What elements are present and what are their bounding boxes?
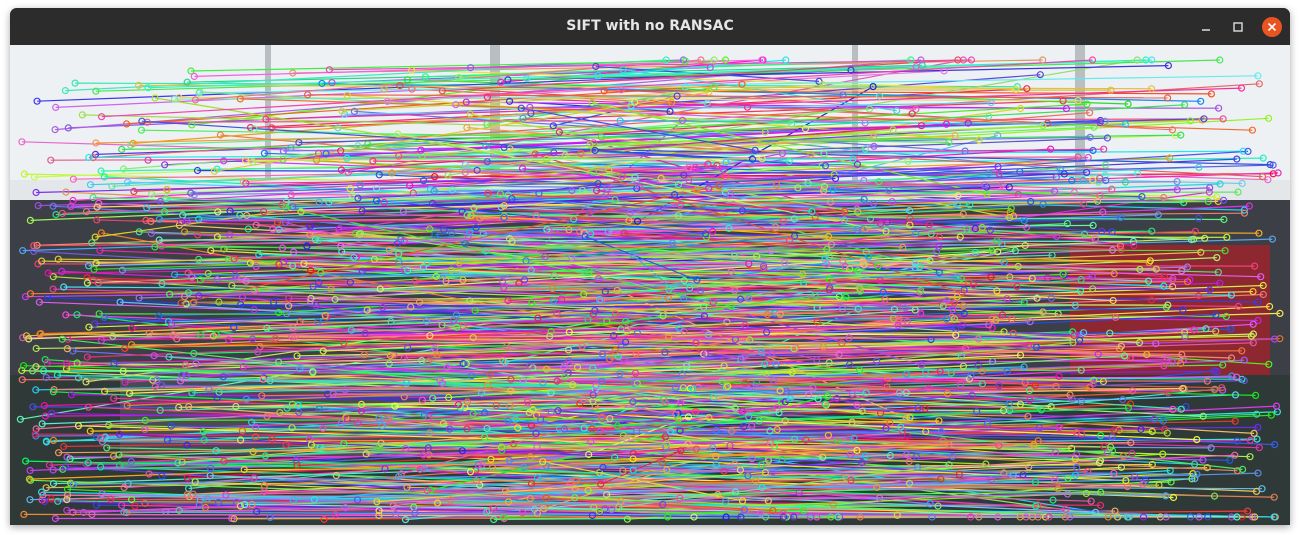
minimize-icon <box>1202 29 1210 31</box>
close-button[interactable] <box>1262 17 1282 37</box>
feature-match-image <box>10 45 1290 525</box>
feature-matches-image <box>10 45 1290 525</box>
title-bar[interactable]: SIFT with no RANSAC <box>10 8 1290 46</box>
maximize-button[interactable] <box>1228 17 1248 37</box>
maximize-icon <box>1233 22 1243 32</box>
app-window: SIFT with no RANSAC <box>10 8 1290 525</box>
close-icon <box>1267 22 1277 32</box>
window-title: SIFT with no RANSAC <box>566 18 734 34</box>
minimize-button[interactable] <box>1196 17 1216 37</box>
